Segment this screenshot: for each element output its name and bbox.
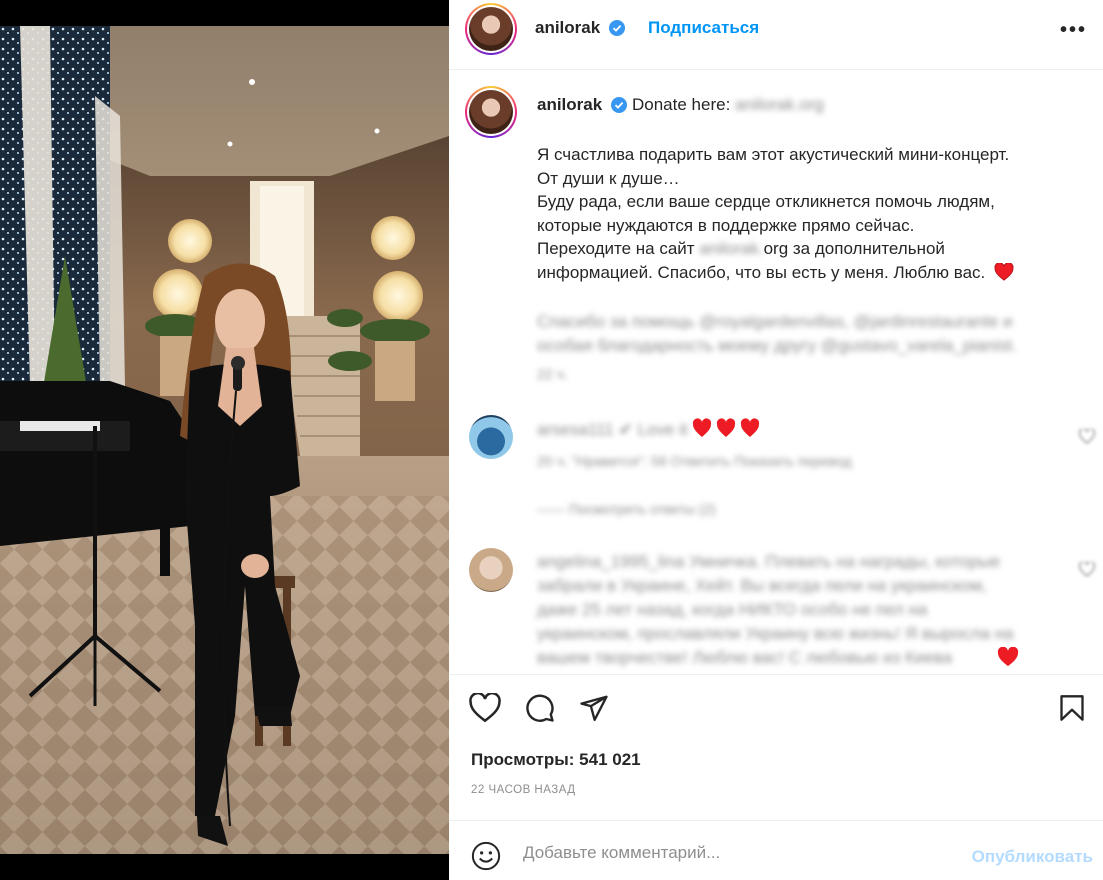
view-replies-button[interactable]: —— Посмотреть ответы (2) [537, 501, 716, 517]
more-icon[interactable]: ••• [1060, 19, 1087, 42]
views-count[interactable]: Просмотры: 541 021 [471, 750, 641, 770]
caption-line: Буду рада, если ваше сердце откликнется … [537, 192, 995, 211]
comment-body: arsesa111 ✔ Love it [537, 420, 688, 439]
post-media[interactable] [0, 0, 449, 880]
emoji-icon[interactable] [471, 841, 501, 876]
comment-text: angelina_1995_lina Умничка. Плевать на н… [537, 550, 1057, 670]
donate-line: Donate here: anilorak.org [632, 95, 824, 115]
comment-like-icon[interactable] [1078, 428, 1096, 445]
caption-avatar[interactable] [465, 86, 517, 138]
comment-meta[interactable]: 20 ч. "Нравится": 58 Ответить Показать п… [537, 453, 852, 469]
comment-composer: Опубликовать [449, 820, 1103, 880]
hearts-emoji [692, 418, 762, 445]
site-link-blurred[interactable]: anilorak. [699, 239, 763, 258]
follow-button[interactable]: Подписаться [648, 18, 759, 38]
publish-button[interactable]: Опубликовать [972, 847, 1093, 867]
thanks-line: Спасибо за помощь @royalgardenvillas, @j… [537, 312, 1013, 331]
donate-link[interactable]: anilorak.org [735, 95, 824, 114]
post-header: anilorak Подписаться ••• [449, 0, 1103, 70]
post-side-panel: anilorak Подписаться ••• anilorak Donate… [449, 0, 1103, 880]
comment-input[interactable] [523, 843, 943, 863]
comment-like-icon[interactable] [1078, 561, 1096, 578]
red-heart-emoji [997, 646, 1019, 672]
site-prefix: Переходите на сайт [537, 239, 695, 258]
comment-line-text: вашем творчестве! Люблю вас! С любовью и… [537, 648, 953, 667]
author-username[interactable]: anilorak [535, 18, 600, 38]
comment-line: забрали в Украине, Хейт. Вы всегда пели … [537, 576, 987, 595]
comment-avatar[interactable] [469, 548, 513, 592]
views-value: 541 021 [579, 750, 641, 769]
video-still-illustration [0, 26, 449, 854]
views-label: Просмотры: [471, 750, 575, 769]
verified-icon [609, 20, 625, 36]
thanks-line: особая благодарность моему другу @gustav… [537, 335, 1017, 355]
video-frame[interactable] [0, 26, 449, 854]
caption-body: Я счастлива подарить вам этот акустическ… [537, 143, 1077, 287]
verified-icon [611, 97, 627, 113]
comment-line: даже 25 лет назад, когда НИКТО особо не … [537, 600, 928, 619]
share-icon[interactable] [579, 693, 609, 728]
caption-line: которые нуждаются в поддержке прямо сейч… [537, 215, 915, 235]
heart-icon[interactable] [469, 691, 501, 728]
caption-line: информацией. Спасибо, что вы есть у меня… [537, 261, 1077, 288]
caption-line: Переходите на сайт anilorak.org за допол… [537, 237, 1077, 261]
caption-line: Я счастлива подарить вам этот акустическ… [537, 145, 1010, 164]
post-actions: Просмотры: 541 021 22 ЧАСОВ НАЗАД [449, 674, 1103, 820]
donate-prefix: Donate here: [632, 95, 731, 114]
comment-icon[interactable] [525, 693, 555, 728]
bookmark-icon[interactable] [1059, 694, 1085, 727]
caption-time: 22 ч. [537, 366, 568, 382]
red-heart-emoji [994, 261, 1014, 288]
caption-username[interactable]: anilorak [537, 95, 602, 115]
post-time-ago[interactable]: 22 ЧАСОВ НАЗАД [471, 784, 576, 796]
author-avatar[interactable] [465, 3, 517, 55]
site-suffix: org за дополнительной [763, 239, 945, 258]
caption-line: От души к душе… [537, 168, 680, 188]
caption-and-comments[interactable]: anilorak Donate here: anilorak.org Я сча… [449, 70, 1103, 674]
comment-line: вашем творчестве! Люблю вас! С любовью и… [537, 646, 1057, 670]
comment-line: angelina_1995_lina Умничка. Плевать на н… [537, 552, 1001, 571]
comment-line: украинском, прославляли Украину всю жизн… [537, 624, 1014, 643]
caption-thanks: Спасибо за помощь @royalgardenvillas, @j… [537, 310, 1077, 357]
comment-avatar[interactable] [469, 415, 513, 459]
comment-text: arsesa111 ✔ Love it [537, 418, 1057, 445]
caption-last-line: информацией. Спасибо, что вы есть у меня… [537, 262, 986, 282]
